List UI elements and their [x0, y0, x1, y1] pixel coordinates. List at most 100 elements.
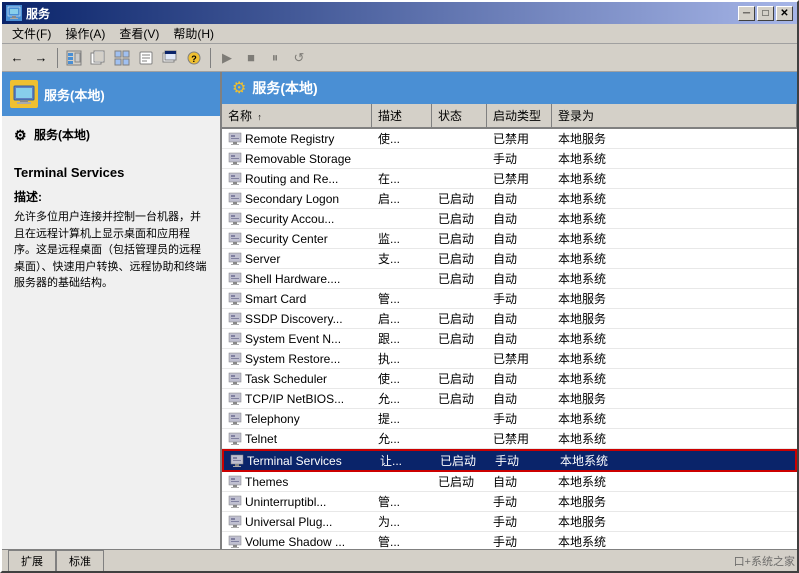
table-row[interactable]: Routing and Re... 在... 已禁用 本地系统 — [222, 169, 797, 189]
table-row[interactable]: Universal Plug... 为... 手动 本地服务 — [222, 512, 797, 532]
status-tab-extended[interactable]: 扩展 — [8, 550, 56, 571]
main-window: 服务 ─ □ ✕ 文件(F) 操作(A) 查看(V) 帮助(H) ← → — [0, 0, 799, 573]
cell-login: 本地服务 — [552, 492, 797, 511]
cell-startup: 手动 — [489, 451, 554, 470]
service-desc-title: 描述: — [14, 188, 208, 205]
cell-name: Telnet — [222, 431, 372, 447]
col-header-status[interactable]: 状态 — [432, 104, 487, 127]
left-panel-title: 服务(本地) — [44, 85, 105, 104]
table-row[interactable]: System Event N... 跟... 已启动 自动 本地系统 — [222, 329, 797, 349]
cell-startup: 自动 — [487, 189, 552, 208]
cell-desc: 使... — [372, 369, 432, 388]
properties-button[interactable] — [135, 47, 157, 69]
cell-startup: 已禁用 — [487, 429, 552, 448]
table-row[interactable]: Remote Registry 使... 已禁用 本地服务 — [222, 129, 797, 149]
table-row[interactable]: TCP/IP NetBIOS... 允... 已启动 自动 本地服务 — [222, 389, 797, 409]
pause-button[interactable]: ⏸ — [264, 47, 286, 69]
cell-desc: 监... — [372, 229, 432, 248]
table-row[interactable]: System Restore... 执... 已禁用 本地系统 — [222, 349, 797, 369]
tree-item-local[interactable]: ⚙ 服务(本地) — [10, 124, 212, 145]
cell-startup: 已禁用 — [487, 169, 552, 188]
title-bar-left: 服务 — [6, 5, 50, 22]
main-content: 服务(本地) ⚙ 服务(本地) Terminal Services 描述: 允许… — [2, 72, 797, 549]
table-body: Remote Registry 使... 已禁用 本地服务 Removable … — [222, 129, 797, 549]
cell-name: Secondary Logon — [222, 191, 372, 207]
table-row[interactable]: Task Scheduler 使... 已启动 自动 本地系统 — [222, 369, 797, 389]
stop-button[interactable]: ■ — [240, 47, 262, 69]
toolbar-sep-2 — [210, 48, 211, 68]
cell-desc: 跟... — [372, 329, 432, 348]
cell-desc: 为... — [372, 512, 432, 531]
forward-button[interactable]: → — [30, 47, 52, 69]
status-bar: 扩展 标准 — [2, 549, 797, 571]
maximize-button[interactable]: □ — [757, 6, 774, 21]
cell-name: Universal Plug... — [222, 514, 372, 530]
view-button[interactable] — [111, 47, 133, 69]
copy-button[interactable] — [87, 47, 109, 69]
cell-desc: 启... — [372, 309, 432, 328]
left-panel: 服务(本地) ⚙ 服务(本地) Terminal Services 描述: 允许… — [2, 72, 222, 549]
menu-action[interactable]: 操作(A) — [59, 23, 111, 44]
col-header-login[interactable]: 登录为 — [552, 104, 797, 127]
table-row[interactable]: SSDP Discovery... 启... 已启动 自动 本地服务 — [222, 309, 797, 329]
tree-item-label: 服务(本地) — [34, 126, 90, 143]
minimize-button[interactable]: ─ — [738, 6, 755, 21]
cell-status — [432, 158, 487, 160]
cell-desc: 管... — [372, 532, 432, 549]
col-header-startup[interactable]: 启动类型 — [487, 104, 552, 127]
table-row[interactable]: Telnet 允... 已禁用 本地系统 — [222, 429, 797, 449]
table-row[interactable]: Security Center 监... 已启动 自动 本地系统 — [222, 229, 797, 249]
right-panel: ⚙ 服务(本地) 名称 ↑ 描述 状态 启动类型 登录为 — [222, 72, 797, 549]
table-row[interactable]: Secondary Logon 启... 已启动 自动 本地系统 — [222, 189, 797, 209]
col-header-desc[interactable]: 描述 — [372, 104, 432, 127]
restart-button[interactable]: ↺ — [288, 47, 310, 69]
new-window-button[interactable] — [159, 47, 181, 69]
menu-file[interactable]: 文件(F) — [6, 23, 57, 44]
table-row[interactable]: Terminal Services 让... 已启动 手动 本地系统 — [222, 449, 797, 472]
cell-status: 已启动 — [432, 249, 487, 268]
service-icon — [228, 232, 242, 246]
title-bar: 服务 ─ □ ✕ — [2, 2, 797, 24]
close-button[interactable]: ✕ — [776, 6, 793, 21]
table-row[interactable]: Uninterruptibl... 管... 手动 本地服务 — [222, 492, 797, 512]
help-button[interactable]: ? — [183, 47, 205, 69]
cell-desc: 提... — [372, 409, 432, 428]
service-icon — [228, 152, 242, 166]
menu-view[interactable]: 查看(V) — [113, 23, 165, 44]
table-row[interactable]: Security Accou... 已启动 自动 本地系统 — [222, 209, 797, 229]
cell-status — [432, 358, 487, 360]
cell-login: 本地系统 — [554, 451, 795, 470]
cell-desc — [372, 158, 432, 160]
cell-login: 本地服务 — [552, 512, 797, 531]
cell-desc: 管... — [372, 289, 432, 308]
table-row[interactable]: Themes 已启动 自动 本地系统 — [222, 472, 797, 492]
play-button[interactable]: ▶ — [216, 47, 238, 69]
table-row[interactable]: Shell Hardware.... 已启动 自动 本地系统 — [222, 269, 797, 289]
menu-help[interactable]: 帮助(H) — [167, 23, 220, 44]
table-row[interactable]: Removable Storage 手动 本地系统 — [222, 149, 797, 169]
col-header-name[interactable]: 名称 ↑ — [222, 104, 372, 127]
table-row[interactable]: Volume Shadow ... 管... 手动 本地系统 — [222, 532, 797, 549]
cell-startup: 自动 — [487, 309, 552, 328]
cell-status — [432, 138, 487, 140]
toolbar-sep-1 — [57, 48, 58, 68]
view-tree-button[interactable] — [63, 47, 85, 69]
cell-startup: 手动 — [487, 492, 552, 511]
services-table[interactable]: 名称 ↑ 描述 状态 启动类型 登录为 — [222, 104, 797, 549]
cell-status: 已启动 — [432, 472, 487, 491]
service-icon — [228, 332, 242, 346]
toolbar: ← → — [2, 44, 797, 72]
table-row[interactable]: Smart Card 管... 手动 本地服务 — [222, 289, 797, 309]
service-icon — [228, 392, 242, 406]
left-header: 服务(本地) — [2, 72, 220, 116]
cell-name: Terminal Services — [224, 453, 374, 469]
cell-status — [432, 521, 487, 523]
table-row[interactable]: Telephony 提... 手动 本地系统 — [222, 409, 797, 429]
cell-status: 已启动 — [432, 229, 487, 248]
cell-name: System Restore... — [222, 351, 372, 367]
cell-login: 本地系统 — [552, 369, 797, 388]
cell-startup: 手动 — [487, 409, 552, 428]
status-tab-standard[interactable]: 标准 — [56, 550, 104, 571]
back-button[interactable]: ← — [6, 47, 28, 69]
table-row[interactable]: Server 支... 已启动 自动 本地系统 — [222, 249, 797, 269]
